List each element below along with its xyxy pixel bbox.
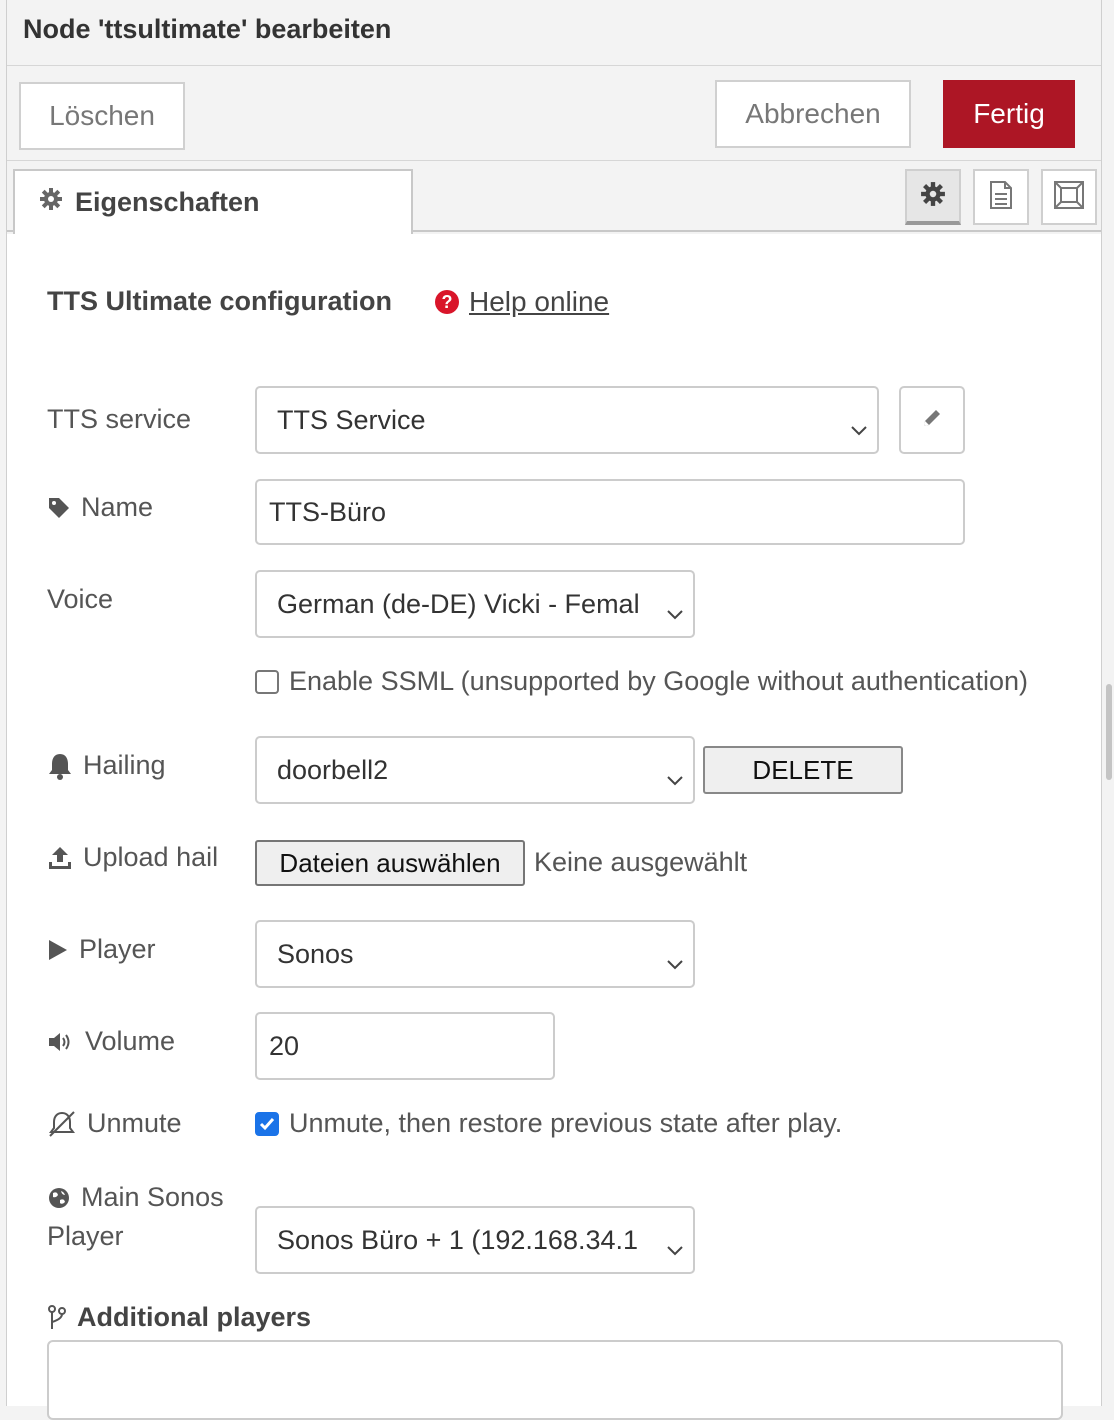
upload-hail-label-text: Upload hail [83, 842, 219, 872]
dialog-toolbar: Löschen Abbrechen Fertig [7, 67, 1101, 161]
tts-service-label: TTS service [47, 404, 191, 435]
unmute-checkbox[interactable] [255, 1111, 279, 1136]
chevron-down-icon [665, 1233, 685, 1264]
appearance-icon [1053, 180, 1085, 215]
branch-icon [47, 1304, 67, 1331]
unmute-checkbox-label: Unmute, then restore previous state afte… [289, 1108, 843, 1138]
tab-appearance[interactable] [1041, 169, 1097, 225]
chevron-down-icon [665, 763, 685, 794]
pencil-icon [920, 406, 944, 435]
main-player-value: Sonos Büro + 1 (192.168.34.1 [277, 1224, 639, 1255]
tag-icon [47, 496, 71, 520]
bell-icon [47, 752, 73, 780]
chevron-down-icon [849, 413, 869, 444]
hailing-select[interactable]: doorbell2 [255, 736, 695, 804]
name-input[interactable]: TTS-Büro [255, 479, 965, 545]
name-value: TTS-Büro [269, 496, 387, 527]
section-title: TTS Ultimate configuration [47, 286, 393, 316]
tts-service-value: TTS Service [277, 404, 426, 435]
unmute-option[interactable]: Unmute, then restore previous state afte… [255, 1108, 842, 1139]
hailing-label-text: Hailing [83, 750, 166, 780]
globe-icon [47, 1186, 71, 1210]
tab-properties-label: Eigenschaften [75, 187, 260, 217]
tab-bar: Eigenschaften [7, 162, 1101, 234]
main-player-label: Main Sonos Player [47, 1182, 224, 1252]
player-select[interactable]: Sonos [255, 920, 695, 988]
voice-select[interactable]: German (de-DE) Vicki - Femal [255, 570, 695, 638]
play-icon [47, 938, 69, 962]
edit-dialog: Node 'ttsultimate' bearbeiten Löschen Ab… [6, 0, 1102, 1420]
player-value: Sonos [277, 938, 354, 969]
hailing-label: Hailing [47, 750, 166, 781]
bell-slash-icon [47, 1110, 77, 1138]
unmute-label-text: Unmute [87, 1108, 182, 1138]
volume-label: Volume [47, 1026, 175, 1057]
upload-icon [47, 845, 73, 871]
player-label: Player [47, 934, 156, 965]
additional-players-label: Additional players [47, 1302, 311, 1333]
name-label: Name [47, 492, 153, 523]
hailing-value: doorbell2 [277, 754, 389, 785]
main-player-label-line2: Player [47, 1221, 124, 1251]
player-label-text: Player [79, 934, 156, 964]
volume-value: 20 [269, 1030, 300, 1061]
name-label-text: Name [81, 492, 154, 522]
additional-players-label-text: Additional players [77, 1302, 312, 1332]
choose-files-button[interactable]: Dateien auswählen [255, 840, 525, 886]
voice-value: German (de-DE) Vicki - Femal [277, 588, 640, 619]
volume-input[interactable]: 20 [255, 1012, 555, 1080]
tab-settings[interactable] [905, 169, 961, 225]
done-button[interactable]: Fertig [943, 80, 1075, 148]
ssml-option[interactable]: Enable SSML (unsupported by Google witho… [255, 666, 1028, 697]
main-player-select[interactable]: Sonos Büro + 1 (192.168.34.1 [255, 1206, 695, 1274]
chevron-down-icon [665, 947, 685, 978]
tab-properties[interactable]: Eigenschaften [13, 169, 413, 234]
tts-service-label-text: TTS service [47, 404, 192, 434]
voice-label-text: Voice [47, 584, 114, 614]
tts-service-select[interactable]: TTS Service [255, 386, 879, 454]
scrollbar-thumb[interactable] [1106, 684, 1112, 780]
help-icon: ? [435, 290, 459, 314]
volume-label-text: Volume [85, 1026, 176, 1056]
chevron-down-icon [665, 597, 685, 628]
help-online[interactable]: ? Help online [435, 286, 609, 318]
main-player-label-line1: Main Sonos [81, 1182, 224, 1212]
file-status: Keine ausgewählt [534, 847, 748, 877]
edit-tts-service-button[interactable] [899, 386, 965, 454]
cancel-button[interactable]: Abbrechen [715, 80, 911, 148]
ssml-label: Enable SSML (unsupported by Google witho… [289, 666, 1028, 696]
gear-icon [920, 181, 946, 212]
delete-hail-button[interactable]: DELETE [703, 746, 903, 794]
gear-icon [39, 187, 63, 218]
help-link[interactable]: Help online [469, 286, 609, 318]
dialog-header: Node 'ttsultimate' bearbeiten [7, 0, 1101, 66]
delete-button[interactable]: Löschen [19, 82, 185, 150]
upload-hail-label: Upload hail [47, 842, 218, 873]
dialog-title: Node 'ttsultimate' bearbeiten [23, 14, 392, 44]
tab-description[interactable] [973, 169, 1029, 225]
additional-players-list[interactable] [47, 1340, 1063, 1420]
volume-icon [47, 1030, 75, 1054]
properties-form: TTS Ultimate configuration ? Help online… [7, 234, 1101, 1420]
unmute-label: Unmute [47, 1108, 182, 1139]
voice-label: Voice [47, 584, 113, 615]
description-icon [988, 180, 1014, 215]
ssml-checkbox[interactable] [255, 669, 279, 694]
